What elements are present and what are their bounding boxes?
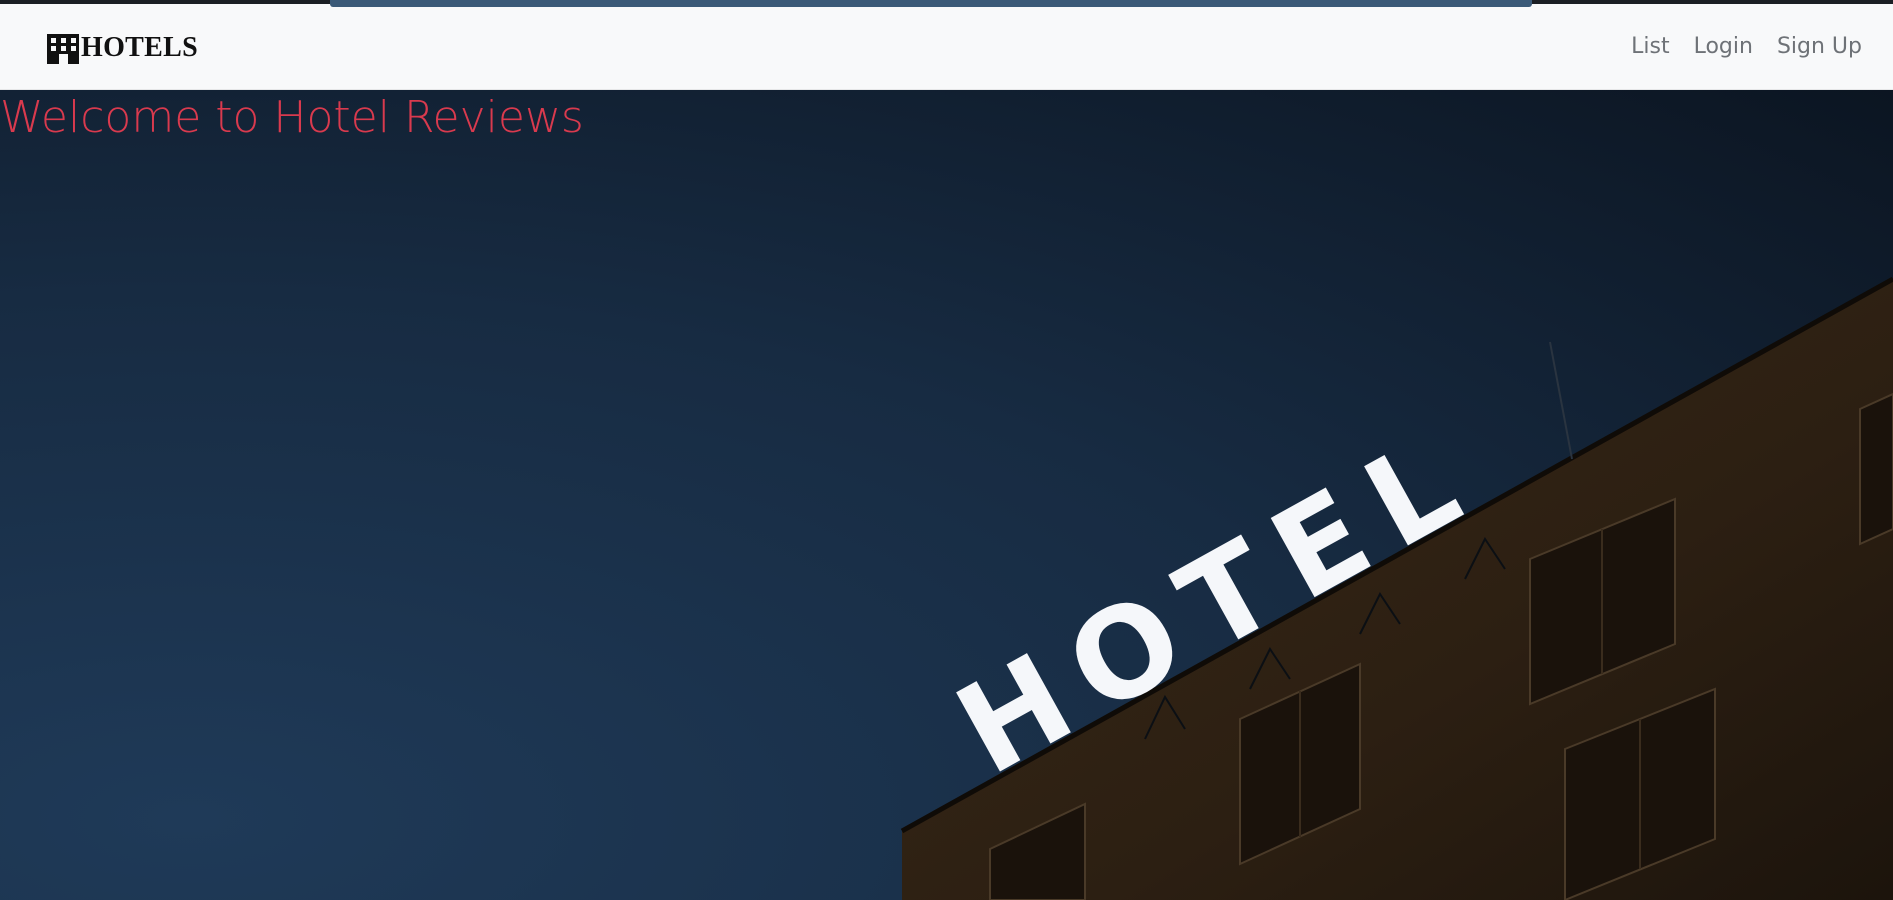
hotel-night-photo: HOTEL: [0, 89, 1893, 900]
nav-links: List Login Sign Up: [1631, 33, 1862, 61]
brand-link[interactable]: HOTELS: [46, 32, 198, 64]
hotel-building-icon: [46, 32, 81, 64]
nav-link-login[interactable]: Login: [1694, 33, 1753, 61]
navbar: HOTELS List Login Sign Up: [0, 4, 1893, 90]
top-accent-bar: [330, 0, 1532, 7]
brand-name: HOTELS: [81, 32, 198, 63]
nav-link-sign-up[interactable]: Sign Up: [1777, 33, 1862, 61]
page-title: Welcome to Hotel Reviews: [0, 92, 584, 143]
page: HOTELS List Login Sign Up HOTEL Welcome …: [0, 0, 1893, 900]
nav-link-list[interactable]: List: [1631, 33, 1669, 61]
hero-banner: HOTEL Welcome to Hotel Reviews: [0, 89, 1893, 900]
